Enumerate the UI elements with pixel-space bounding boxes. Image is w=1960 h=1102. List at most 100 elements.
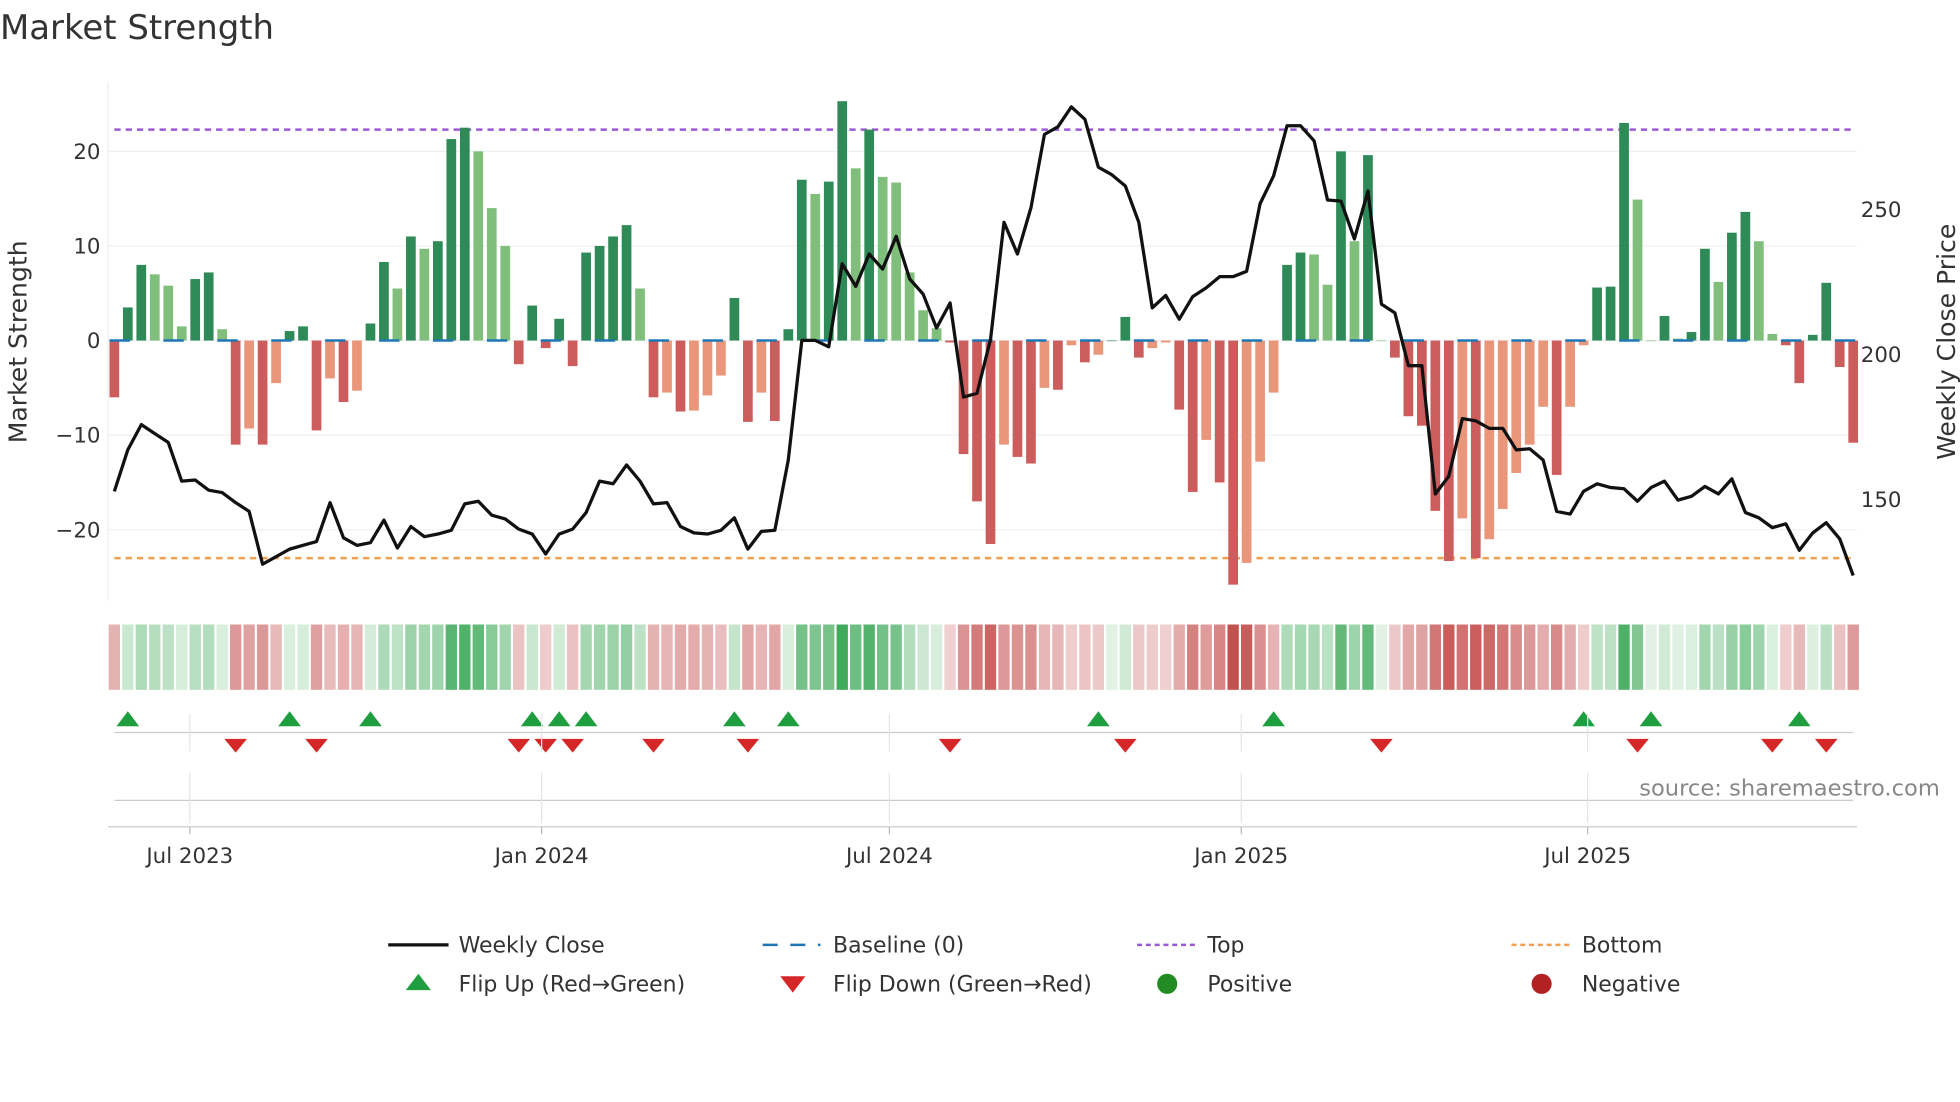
strength-bar xyxy=(190,279,201,341)
strength-bar xyxy=(1565,340,1575,407)
flip-up-marker xyxy=(777,711,800,727)
strip-cell xyxy=(1604,624,1617,690)
strength-bar xyxy=(1053,340,1063,390)
strip-cell xyxy=(1456,624,1468,690)
strength-bar xyxy=(513,340,524,365)
strength-bar xyxy=(675,340,686,412)
strip-cell xyxy=(149,624,161,690)
strip-cell xyxy=(283,624,296,690)
strength-bar xyxy=(891,182,902,341)
strip-cell xyxy=(499,624,511,690)
strength-bar xyxy=(122,307,133,341)
strip-cell xyxy=(1834,624,1846,690)
strip-cell xyxy=(1200,624,1212,690)
strip-cell xyxy=(728,624,741,690)
strength-bar xyxy=(284,331,295,341)
strength-bar xyxy=(1592,287,1602,341)
strip-cell xyxy=(850,624,862,690)
strength-bar xyxy=(1551,340,1562,475)
strength-bar xyxy=(1524,340,1535,445)
strip-cell xyxy=(688,624,700,690)
strength-bar xyxy=(176,326,187,341)
strip-cell xyxy=(1267,624,1280,690)
strength-bar xyxy=(1470,340,1481,559)
y2-tick-label: 150 xyxy=(1861,488,1902,513)
strength-bar xyxy=(837,101,848,341)
strength-bar xyxy=(716,340,726,376)
x-tick-label: Jul 2023 xyxy=(144,844,233,869)
strip-cell xyxy=(1160,624,1172,690)
strip-cell xyxy=(1807,624,1819,690)
strength-bar xyxy=(581,252,591,341)
strength-bar xyxy=(1700,248,1710,341)
strip-cell xyxy=(1443,624,1455,690)
strength-bar xyxy=(392,288,403,341)
strip-cell xyxy=(459,624,471,690)
flip-down-marker xyxy=(507,738,531,753)
x-tick-label: Jul 2024 xyxy=(844,844,933,869)
chart-title: Market Strength xyxy=(0,8,274,47)
strip-cell xyxy=(1766,624,1778,690)
strip-cell xyxy=(1079,624,1091,690)
strip-cell xyxy=(1402,624,1415,690)
flip-up-marker xyxy=(1262,711,1285,727)
strip-cell xyxy=(324,624,336,690)
strip-cell xyxy=(1577,624,1590,690)
flip-down-marker xyxy=(1370,738,1393,753)
strip-cell xyxy=(1133,624,1145,690)
strip-cell xyxy=(540,624,552,690)
strip-cell xyxy=(634,624,646,690)
strength-bar xyxy=(1322,284,1333,341)
strength-bar xyxy=(1187,340,1198,492)
triangle-down-icon xyxy=(780,976,806,993)
strength-bar xyxy=(1727,232,1737,341)
strip-cell xyxy=(216,624,228,690)
strip-cell xyxy=(445,624,457,690)
strength-bar xyxy=(1282,264,1292,341)
strength-bar xyxy=(931,328,942,341)
flip-up-marker xyxy=(520,711,544,727)
flip-up-marker xyxy=(574,711,598,727)
flip-down-marker xyxy=(1761,738,1784,753)
legend-label: Baseline (0) xyxy=(833,933,964,958)
strip-cell xyxy=(593,624,606,690)
strength-bar xyxy=(756,340,767,393)
strength-bar xyxy=(1753,241,1764,341)
strip-cell xyxy=(176,624,188,690)
strength-bar xyxy=(1160,340,1171,343)
strength-bar xyxy=(109,340,120,398)
flip-up-marker xyxy=(723,711,746,727)
strip-cell xyxy=(769,624,781,690)
strip-cell xyxy=(1254,624,1266,690)
strip-cell xyxy=(270,624,282,690)
strength-bar xyxy=(473,151,484,341)
legend-label: Positive xyxy=(1207,972,1292,997)
strength-bar xyxy=(1268,340,1279,393)
strength-bar xyxy=(608,236,618,341)
x-tick-label: Jan 2025 xyxy=(1192,844,1288,869)
legend-label: Flip Down (Green→Red) xyxy=(833,972,1092,997)
strength-bar xyxy=(338,340,349,403)
strip-cell xyxy=(1146,624,1158,690)
strip-cell xyxy=(1726,624,1738,690)
strength-bar xyxy=(1834,340,1845,368)
strength-bar xyxy=(500,245,511,341)
strip-cell xyxy=(1847,624,1859,690)
strength-bar xyxy=(769,340,780,421)
strip-cell xyxy=(1038,624,1051,690)
strip-cell xyxy=(472,624,484,690)
strip-cell xyxy=(1227,624,1239,690)
flip-down-marker xyxy=(642,738,665,753)
strength-bar xyxy=(1538,340,1549,407)
strength-bar xyxy=(1026,340,1036,464)
strip-cell xyxy=(607,624,619,690)
strength-bar xyxy=(406,236,416,341)
strength-bar xyxy=(1484,340,1495,540)
strength-bar xyxy=(796,179,807,341)
flip-down-marker xyxy=(938,738,962,753)
x-tick-label: Jul 2025 xyxy=(1542,844,1631,869)
y2-tick-label: 250 xyxy=(1861,198,1902,223)
strip-cell xyxy=(957,624,970,690)
strip-cell xyxy=(351,624,363,690)
strength-bar xyxy=(999,340,1009,445)
